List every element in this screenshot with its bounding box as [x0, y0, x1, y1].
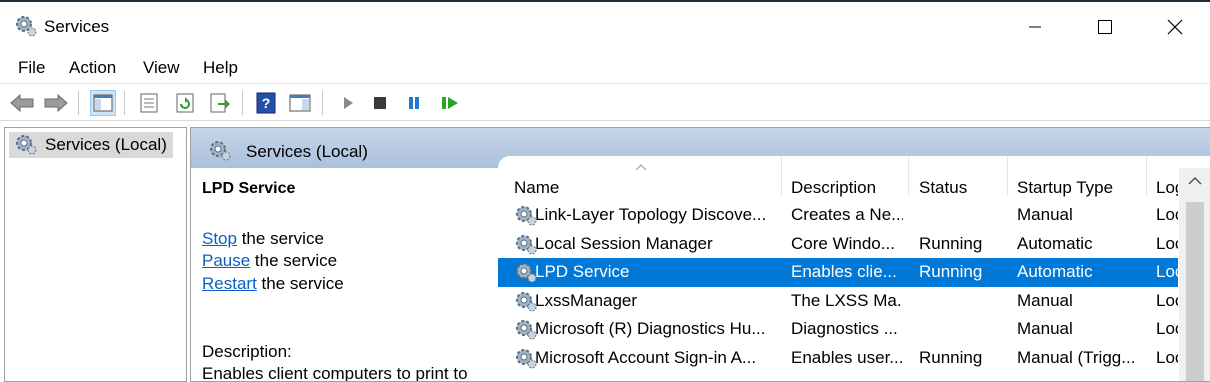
service-row[interactable]: Link-Layer Topology Discove... Creates a …: [498, 201, 1178, 230]
toolbar-separator: [124, 91, 125, 115]
service-row[interactable]: LxssManager The LXSS Ma... Manual Loc: [498, 287, 1178, 316]
menu-bar: File Action View Help: [0, 52, 1210, 84]
svg-text:?: ?: [262, 95, 271, 111]
cell-name: LxssManager: [535, 290, 638, 310]
back-arrow-icon[interactable]: [9, 90, 35, 116]
description-label: Description:: [202, 342, 292, 361]
cell-name: Microsoft Account Sign-in A...: [535, 348, 757, 367]
maximize-button[interactable]: [1070, 4, 1140, 50]
restart-service-icon[interactable]: [437, 90, 463, 116]
scroll-up-icon[interactable]: [1187, 176, 1203, 186]
cell-status: Running: [919, 233, 983, 253]
cell-status: Running: [919, 348, 983, 367]
cell-log-on-as: Loc: [1156, 233, 1178, 253]
cell-status: Running: [919, 262, 983, 282]
service-row[interactable]: Microsoft (R) Diagnostics Hu... Diagnosti…: [498, 315, 1178, 344]
selected-service-name: LPD Service: [202, 180, 296, 197]
column-divider[interactable]: [1007, 156, 1008, 196]
cell-startup-type: Manual: [1017, 319, 1073, 339]
column-divider[interactable]: [1146, 156, 1147, 196]
restart-service-action: Restart the service: [202, 274, 344, 294]
properties-icon[interactable]: [136, 90, 162, 116]
pause-service-icon[interactable]: [401, 90, 427, 116]
pause-service-link[interactable]: Pause: [202, 251, 250, 270]
column-header-status[interactable]: Status: [919, 156, 967, 197]
cell-log-on-as: Loc: [1156, 319, 1178, 339]
start-service-icon[interactable]: [335, 90, 361, 116]
cell-description: Enables clie...: [791, 262, 897, 282]
cell-startup-type: Manual: [1017, 205, 1073, 224]
action-text: the service: [236, 229, 324, 248]
refresh-icon[interactable]: [172, 90, 198, 116]
description-text: Enables client computers to print to: [202, 364, 468, 382]
cell-log-on-as: Loc: [1156, 290, 1178, 310]
stop-service-action: Stop the service: [202, 229, 324, 249]
service-detail-panel: LPD Service Stop the service Pause the s…: [191, 168, 498, 382]
toolbar-separator: [78, 91, 79, 115]
window-title: Services: [44, 17, 110, 36]
cell-name: LPD Service: [535, 262, 630, 282]
export-list-icon[interactable]: [207, 90, 233, 116]
menu-view[interactable]: View: [143, 58, 180, 78]
column-divider[interactable]: [908, 156, 909, 196]
minimize-button[interactable]: [1000, 4, 1070, 50]
cell-description: Creates a Ne...: [791, 205, 903, 224]
cell-log-on-as: Loc: [1156, 205, 1178, 224]
service-row[interactable]: Local Session Manager Core Windo... Runnin…: [498, 230, 1178, 259]
cell-name: Link-Layer Topology Discove...: [535, 205, 767, 224]
column-header-name[interactable]: Name: [514, 156, 559, 197]
toolbar-separator: [322, 91, 323, 115]
restart-service-link[interactable]: Restart: [202, 274, 257, 293]
console-tree-pane: Services (Local): [4, 127, 187, 382]
help-icon[interactable]: ?: [253, 90, 279, 116]
action-text: the service: [256, 274, 344, 293]
forward-arrow-icon[interactable]: [43, 90, 69, 116]
tree-node-services-local[interactable]: Services (Local): [9, 132, 173, 158]
minimize-icon: [1029, 26, 1041, 28]
cell-startup-type: Automatic: [1017, 262, 1093, 282]
cell-log-on-as: Loc: [1156, 262, 1178, 282]
column-divider[interactable]: [781, 156, 782, 196]
tree-node-label: Services (Local): [45, 135, 167, 154]
service-row-selected[interactable]: LPD Service Enables clie... Running Automat…: [498, 258, 1178, 288]
service-row[interactable]: Microsoft Account Sign-in A... Enables us…: [498, 344, 1178, 373]
services-gear-icon: [15, 134, 39, 161]
title-bar[interactable]: Services: [0, 2, 1210, 50]
column-header-log-on-as[interactable]: Log: [1156, 156, 1178, 196]
cell-startup-type: Manual: [1017, 290, 1073, 310]
column-header-startup-type[interactable]: Startup Type: [1017, 156, 1113, 197]
column-header-description[interactable]: Description: [791, 156, 876, 197]
main-pane: Services (Local) LPD Service Stop the se…: [190, 127, 1210, 382]
menu-help[interactable]: Help: [203, 58, 238, 78]
cell-description: The LXSS Ma...: [791, 290, 903, 310]
cell-name: Microsoft (R) Diagnostics Hu...: [535, 319, 766, 339]
cell-description: Core Windo...: [791, 233, 895, 253]
cell-startup-type: Manual (Trigg...: [1017, 348, 1136, 367]
sort-ascending-icon: [636, 164, 646, 170]
stop-service-icon[interactable]: [367, 90, 393, 116]
cell-log-on-as: Loc: [1156, 348, 1178, 367]
cell-name: Local Session Manager: [535, 233, 713, 253]
cell-description: Enables user...: [791, 348, 903, 367]
vertical-scrollbar[interactable]: [1179, 168, 1210, 381]
menu-file[interactable]: File: [18, 58, 45, 78]
cell-description: Diagnostics ...: [791, 319, 898, 339]
main-header-title: Services (Local): [246, 142, 368, 161]
action-text: the service: [250, 251, 338, 270]
pause-service-action: Pause the service: [202, 251, 337, 271]
show-hide-action-pane-icon[interactable]: [287, 90, 313, 116]
scrollbar-thumb[interactable]: [1186, 202, 1204, 381]
services-list: Name Description Status Startup Type Log…: [498, 156, 1210, 381]
toolbar-separator: [242, 91, 243, 115]
maximize-icon: [1098, 20, 1112, 34]
cell-startup-type: Automatic: [1017, 233, 1093, 253]
services-gear-icon: [209, 140, 233, 167]
stop-service-link[interactable]: Stop: [202, 229, 237, 248]
toolbar: ?: [0, 85, 1210, 121]
close-button[interactable]: [1140, 4, 1210, 50]
services-gear-icon: [14, 14, 38, 38]
console-tree-icon[interactable]: [90, 90, 116, 116]
close-icon: [1167, 19, 1183, 35]
menu-action[interactable]: Action: [69, 58, 116, 78]
